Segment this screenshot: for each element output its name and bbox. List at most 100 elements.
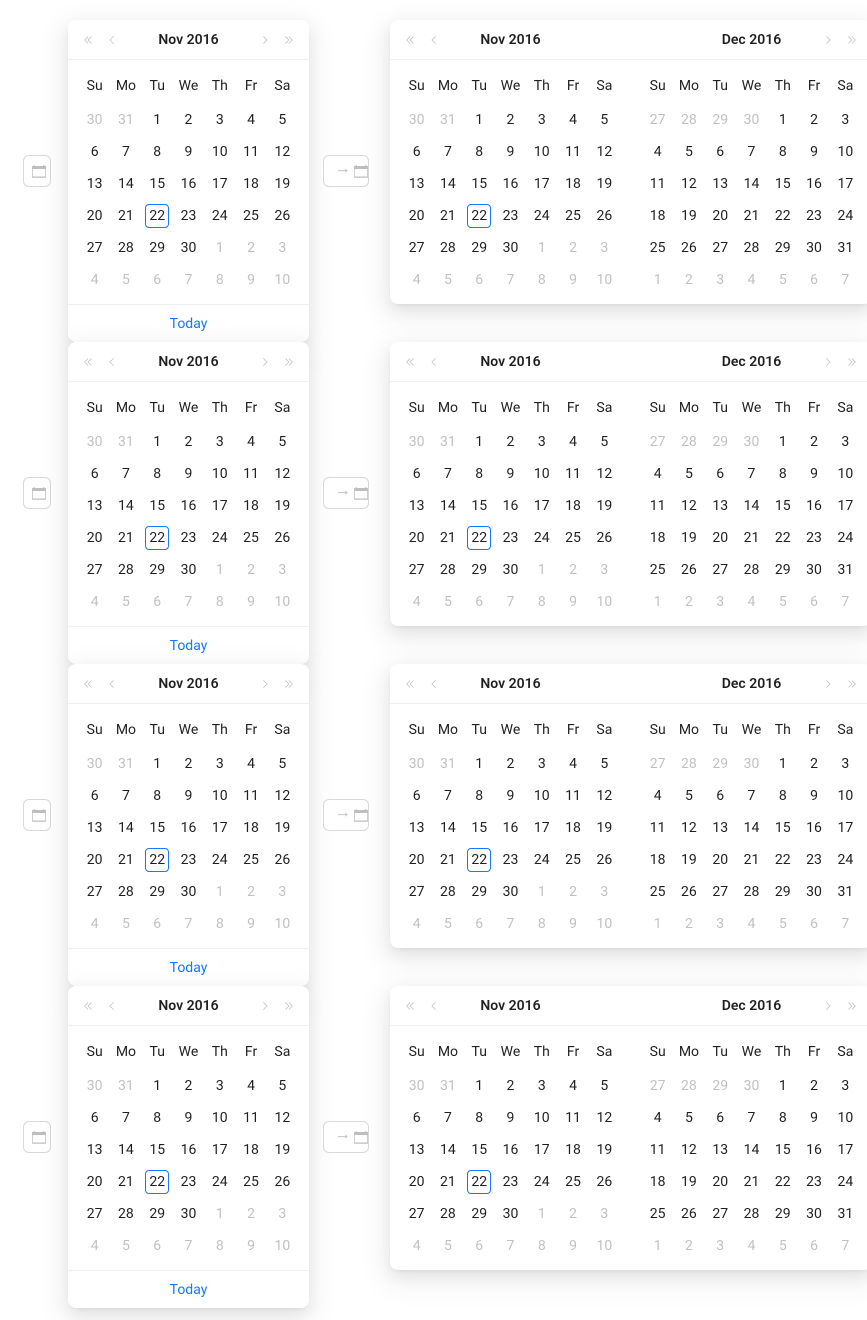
date-cell[interactable]: 30 [802,558,826,582]
date-cell[interactable]: 29 [145,1202,169,1226]
date-cell[interactable]: 30 [739,752,763,776]
date-cell[interactable]: 28 [436,236,460,260]
date-cell[interactable]: 2 [498,430,522,454]
date-cell[interactable]: 20 [708,848,732,872]
date-cell[interactable]: 9 [176,140,200,164]
date-cell[interactable]: 21 [114,204,138,228]
next-month-button[interactable] [816,20,840,60]
prev-year-button[interactable] [398,342,422,382]
date-cell[interactable]: 5 [436,268,460,292]
date-cell[interactable]: 30 [739,1074,763,1098]
date-cell[interactable]: 26 [677,558,701,582]
date-cell[interactable]: 5 [592,1074,616,1098]
date-cell[interactable]: 29 [708,752,732,776]
date-cell[interactable]: 15 [771,494,795,518]
date-cell[interactable]: 6 [708,784,732,808]
date-cell[interactable]: 28 [739,236,763,260]
date-cell[interactable]: 30 [739,108,763,132]
date-cell[interactable]: 31 [436,1074,460,1098]
date-cell[interactable]: 29 [145,880,169,904]
date-cell[interactable]: 2 [802,108,826,132]
date-cell[interactable]: 7 [739,140,763,164]
date-cell[interactable]: 21 [114,848,138,872]
date-cell[interactable]: 1 [530,558,554,582]
next-month-button[interactable] [816,664,840,704]
date-cell[interactable]: 10 [270,268,294,292]
date-cell[interactable]: 3 [270,236,294,260]
date-cell[interactable]: 16 [176,816,200,840]
date-cell[interactable]: 16 [498,816,522,840]
date-picker-trigger[interactable] [23,155,51,187]
date-cell[interactable]: 1 [208,1202,232,1226]
date-cell[interactable]: 24 [530,204,554,228]
date-cell[interactable]: 2 [498,108,522,132]
date-cell[interactable]: 5 [592,430,616,454]
date-cell[interactable]: 7 [833,1234,857,1258]
date-cell[interactable]: 4 [561,752,585,776]
date-cell[interactable]: 1 [145,108,169,132]
date-cell[interactable]: 31 [833,1202,857,1226]
date-cell[interactable]: 30 [498,880,522,904]
date-cell[interactable]: 18 [646,1170,670,1194]
date-cell[interactable]: 28 [114,558,138,582]
panel-title[interactable]: Nov 2016 [446,32,575,48]
date-cell[interactable]: 23 [176,526,200,550]
date-cell[interactable]: 23 [498,526,522,550]
date-cell[interactable]: 9 [239,1234,263,1258]
date-cell[interactable]: 8 [145,1106,169,1130]
date-cell[interactable]: 13 [708,172,732,196]
date-cell[interactable]: 26 [592,204,616,228]
panel-title[interactable]: Nov 2016 [446,998,575,1014]
date-cell[interactable]: 15 [467,816,491,840]
next-month-button[interactable] [816,342,840,382]
date-cell[interactable]: 7 [176,268,200,292]
date-cell[interactable]: 8 [530,268,554,292]
date-cell[interactable]: 29 [771,236,795,260]
date-cell[interactable]: 10 [530,140,554,164]
date-cell[interactable]: 25 [561,1170,585,1194]
date-cell[interactable]: 16 [802,816,826,840]
date-cell[interactable]: 7 [114,462,138,486]
date-cell[interactable]: 5 [771,590,795,614]
date-cell[interactable]: 26 [592,526,616,550]
date-cell[interactable]: 25 [646,880,670,904]
date-cell[interactable]: 5 [436,590,460,614]
date-cell[interactable]: 6 [405,1106,429,1130]
date-cell[interactable]: 28 [436,1202,460,1226]
date-cell[interactable]: 12 [270,784,294,808]
date-cell[interactable]: 15 [771,1138,795,1162]
date-cell[interactable]: 6 [405,140,429,164]
date-cell[interactable]: 8 [771,784,795,808]
date-cell[interactable]: 30 [83,108,107,132]
date-cell[interactable]: 29 [467,880,491,904]
date-cell[interactable]: 7 [176,590,200,614]
date-cell[interactable]: 31 [436,108,460,132]
date-cell[interactable]: 7 [176,1234,200,1258]
date-cell[interactable]: 10 [592,1234,616,1258]
date-cell[interactable]: 3 [833,108,857,132]
date-cell[interactable]: 1 [208,880,232,904]
date-cell[interactable]: 20 [708,1170,732,1194]
date-cell[interactable]: 23 [802,204,826,228]
date-cell[interactable]: 10 [270,1234,294,1258]
date-cell[interactable]: 5 [114,268,138,292]
date-cell[interactable]: 28 [114,236,138,260]
date-cell[interactable]: 23 [802,1170,826,1194]
date-cell[interactable]: 1 [646,1234,670,1258]
date-cell[interactable]: 30 [176,558,200,582]
prev-year-button[interactable] [76,20,100,60]
date-cell[interactable]: 22 [771,204,795,228]
date-cell[interactable]: 31 [114,1074,138,1098]
date-cell[interactable]: 31 [833,236,857,260]
next-month-button[interactable] [816,986,840,1026]
prev-month-button[interactable] [422,20,446,60]
date-cell[interactable]: 27 [646,752,670,776]
date-cell[interactable]: 25 [239,848,263,872]
date-cell[interactable]: 16 [176,494,200,518]
next-month-button[interactable] [253,20,277,60]
date-cell[interactable]: 25 [646,1202,670,1226]
date-cell[interactable]: 10 [208,462,232,486]
date-cell[interactable]: 11 [646,494,670,518]
date-cell[interactable]: 8 [208,268,232,292]
prev-month-button[interactable] [100,664,124,704]
